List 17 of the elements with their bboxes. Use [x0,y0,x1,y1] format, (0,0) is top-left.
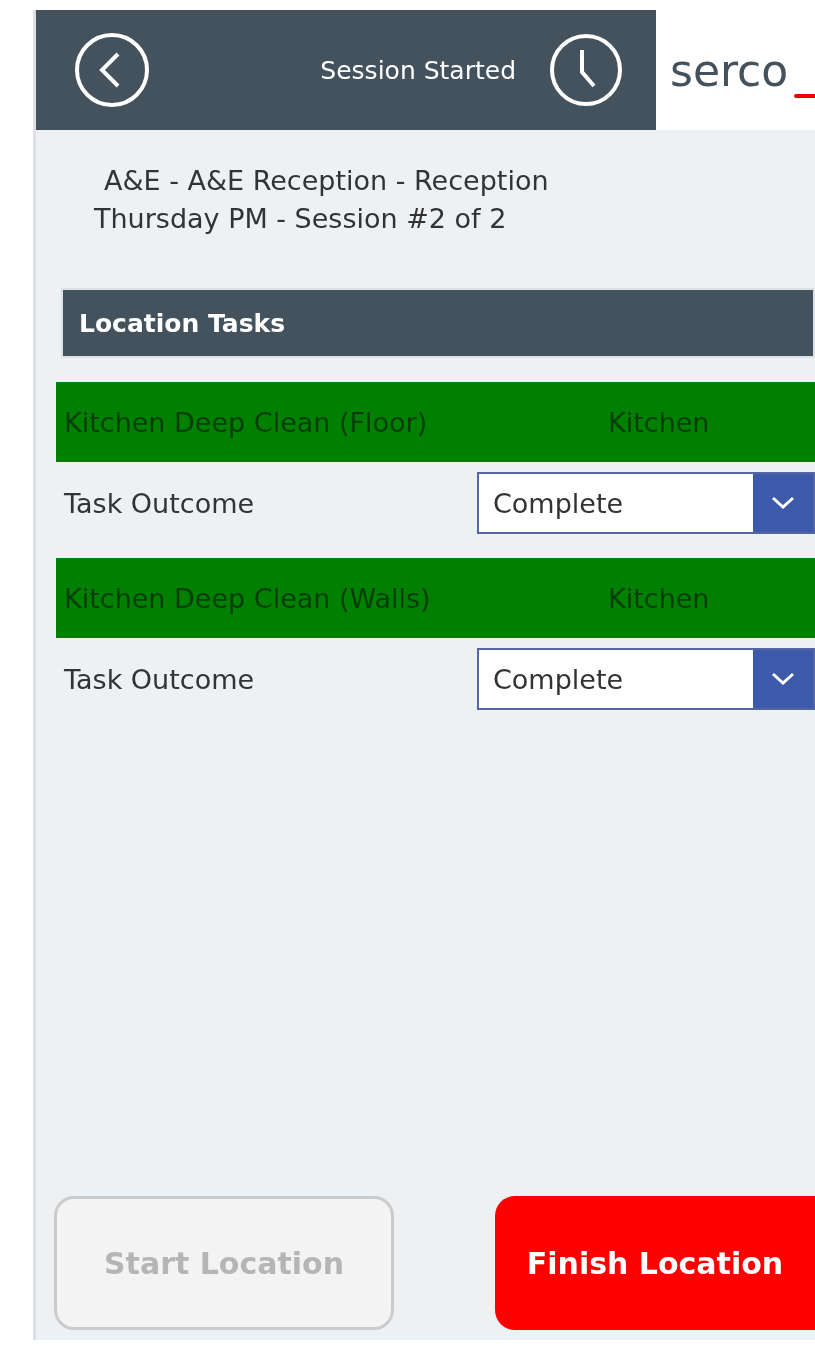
task-name: Kitchen Deep Clean (Floor) [64,406,429,438]
back-icon[interactable] [72,30,152,110]
task-outcome-label: Task Outcome [64,663,255,695]
task-area: Kitchen [608,406,710,438]
outcome-dropdown[interactable]: Complete [477,472,815,534]
location-name: A&E - A&E Reception - Reception [103,164,550,198]
task-outcome-label: Task Outcome [64,487,255,519]
logo: serco [656,10,815,130]
session-info: Thursday PM - Session #2 of 2 [94,202,508,236]
finish-location-button[interactable]: Finish Location [495,1196,815,1330]
section-header: Location Tasks [61,288,815,358]
task-name: Kitchen Deep Clean (Walls) [64,582,432,614]
chevron-down-icon [771,496,795,510]
chevron-down-icon [771,672,795,686]
header-title: Session Started [319,55,516,85]
task-area: Kitchen [608,582,710,614]
outcome-dropdown[interactable]: Complete [477,648,815,710]
